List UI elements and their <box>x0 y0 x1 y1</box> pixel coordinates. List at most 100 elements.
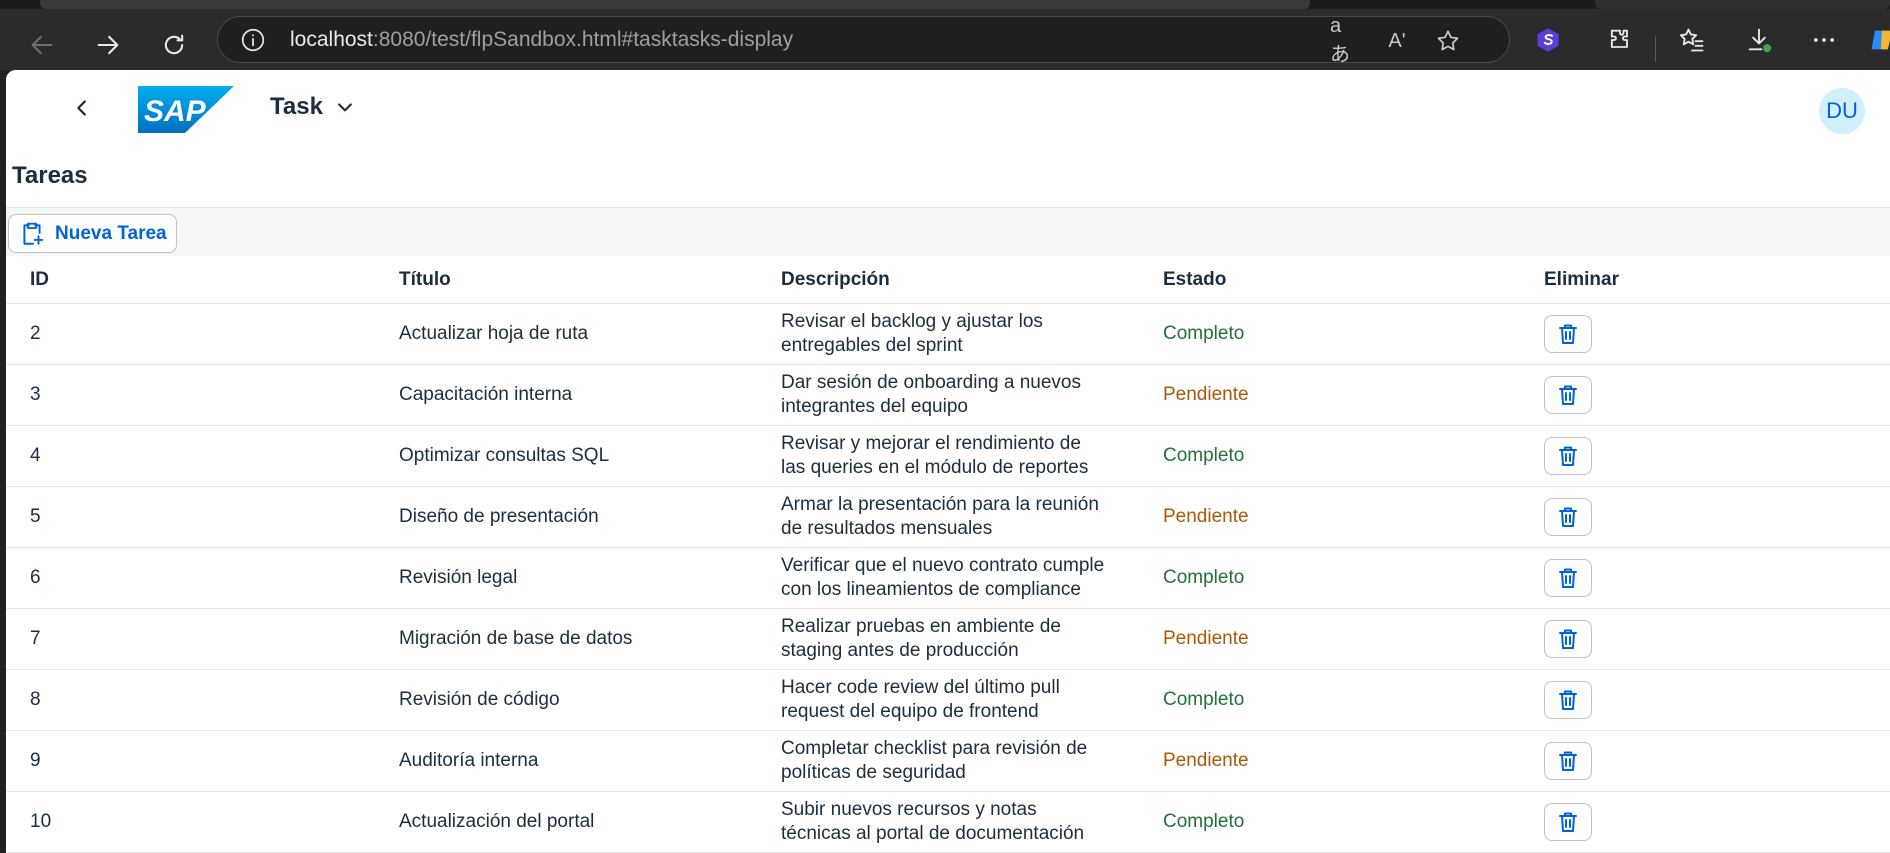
svg-text:SAP: SAP <box>144 95 207 128</box>
read-aloud-icon[interactable]: Aʹ <box>1383 27 1411 55</box>
cell-description: Hacer code review del último pull request… <box>781 670 1151 730</box>
description-line: Revisar el backlog y ajustar los <box>781 311 1043 332</box>
app-title-menu[interactable]: Task <box>270 93 355 121</box>
status-text: Pendiente <box>1163 750 1249 771</box>
header-title: Título <box>399 268 451 290</box>
favorites-list-icon[interactable] <box>1675 23 1709 57</box>
shell-back-button[interactable] <box>64 90 100 126</box>
cell-title: Revisión legal <box>399 567 518 588</box>
cell-id: 9 <box>30 750 41 771</box>
toolbar-separator <box>1655 36 1656 62</box>
extensions-puzzle-icon[interactable] <box>1603 23 1637 57</box>
table-row[interactable]: 5 Diseño de presentación Armar la presen… <box>6 487 1890 548</box>
site-info-icon[interactable] <box>240 27 266 53</box>
back-arrow-icon[interactable] <box>20 23 64 67</box>
cell-title: Revisión de código <box>399 689 560 710</box>
cell-id: 3 <box>30 384 41 405</box>
cell-delete <box>1544 304 1744 364</box>
description-line: Realizar pruebas en ambiente de <box>781 616 1061 637</box>
delete-button[interactable] <box>1544 437 1592 475</box>
description-line: técnicas al portal de documentación <box>781 823 1085 844</box>
delete-button[interactable] <box>1544 742 1592 780</box>
delete-button[interactable] <box>1544 681 1592 719</box>
cell-delete <box>1544 365 1744 425</box>
forward-arrow-icon[interactable] <box>86 23 130 67</box>
description-line: políticas de seguridad <box>781 762 966 783</box>
status-text: Pendiente <box>1163 628 1249 649</box>
description-line: Hacer code review del último pull <box>781 677 1060 698</box>
browser-tab[interactable] <box>40 0 1310 9</box>
header-status: Estado <box>1163 268 1227 290</box>
table-row[interactable]: 6 Revisión legal Verificar que el nuevo … <box>6 548 1890 609</box>
delete-button[interactable] <box>1544 803 1592 841</box>
app-title: Task <box>270 93 323 120</box>
status-text: Completo <box>1163 811 1245 832</box>
table-row[interactable]: 2 Actualizar hoja de ruta Revisar el bac… <box>6 304 1890 365</box>
favorite-star-icon[interactable] <box>1434 27 1462 55</box>
trash-icon <box>1559 385 1577 405</box>
tasks-table: ID Título Descripción Estado Eliminar 2 … <box>6 256 1890 853</box>
cell-delete <box>1544 548 1744 608</box>
shell-bar: SAP Task DU <box>6 70 1890 146</box>
delete-button[interactable] <box>1544 620 1592 658</box>
browser-toolbar: localhost:8080/test/flpSandbox.html#task… <box>0 9 1890 70</box>
table-row[interactable]: 4 Optimizar consultas SQL Revisar y mejo… <box>6 426 1890 487</box>
add-clipboard-icon <box>23 222 44 245</box>
cell-title: Migración de base de datos <box>399 628 633 649</box>
sap-logo[interactable]: SAP <box>138 86 234 133</box>
cell-title: Capacitación interna <box>399 384 573 405</box>
status-text: Completo <box>1163 689 1245 710</box>
table-row[interactable]: 10 Actualización del portal Subir nuevos… <box>6 792 1890 853</box>
cell-id: 8 <box>30 689 41 710</box>
delete-button[interactable] <box>1544 498 1592 536</box>
cell-description: Revisar el backlog y ajustar los entregab… <box>781 304 1151 364</box>
delete-button[interactable] <box>1544 559 1592 597</box>
cell-delete <box>1544 487 1744 547</box>
description-line: staging antes de producción <box>781 640 1019 661</box>
address-bar[interactable]: localhost:8080/test/flpSandbox.html#task… <box>217 15 1510 66</box>
cell-id: 6 <box>30 567 41 588</box>
chevron-down-icon <box>338 103 352 112</box>
cell-title: Actualización del portal <box>399 811 595 832</box>
copilot-icon[interactable] <box>1865 23 1890 57</box>
cell-description: Subir nuevos recursos y notas técnicas al… <box>781 792 1151 852</box>
new-task-button[interactable]: Nueva Tarea <box>8 214 177 253</box>
trash-icon <box>1559 324 1577 344</box>
description-line: las queries en el módulo de reportes <box>781 457 1089 478</box>
description-line: integrantes del equipo <box>781 396 968 417</box>
header-id: ID <box>30 268 49 290</box>
trash-icon <box>1559 629 1577 649</box>
cell-id: 4 <box>30 445 41 466</box>
description-line: con los lineamientos de compliance <box>781 579 1081 600</box>
table-row[interactable]: 7 Migración de base de datos Realizar pr… <box>6 609 1890 670</box>
status-text: Pendiente <box>1163 506 1249 527</box>
header-delete: Eliminar <box>1544 268 1619 290</box>
cell-description: Armar la presentación para la reunión de … <box>781 487 1151 547</box>
description-line: entregables del sprint <box>781 335 963 356</box>
description-line: Completar checklist para revisión de <box>781 738 1088 759</box>
cell-id: 10 <box>30 811 52 832</box>
downloads-icon[interactable] <box>1742 23 1776 57</box>
table-row[interactable]: 9 Auditoría interna Completar checklist … <box>6 731 1890 792</box>
cell-description: Realizar pruebas en ambiente de staging a… <box>781 609 1151 669</box>
url-text[interactable]: localhost:8080/test/flpSandbox.html#task… <box>290 28 793 52</box>
description-line: Verificar que el nuevo contrato cumple <box>781 555 1105 576</box>
avatar[interactable]: DU <box>1819 88 1865 134</box>
cell-id: 7 <box>30 628 41 649</box>
delete-button[interactable] <box>1544 315 1592 353</box>
cell-title: Auditoría interna <box>399 750 539 771</box>
refresh-icon[interactable] <box>152 23 196 67</box>
trash-icon <box>1559 751 1577 771</box>
cell-title: Diseño de presentación <box>399 506 599 527</box>
delete-button[interactable] <box>1544 376 1592 414</box>
cell-id: 2 <box>30 323 41 344</box>
trash-icon <box>1559 507 1577 527</box>
table-row[interactable]: 8 Revisión de código Hacer code review d… <box>6 670 1890 731</box>
translate-icon[interactable]: aあ <box>1330 15 1358 66</box>
extension-s-icon[interactable] <box>1531 23 1565 57</box>
browser-tab[interactable] <box>1595 0 1890 9</box>
cell-description: Dar sesión de onboarding a nuevos integra… <box>781 365 1151 425</box>
description-line: Dar sesión de onboarding a nuevos <box>781 372 1081 393</box>
table-row[interactable]: 3 Capacitación interna Dar sesión de onb… <box>6 365 1890 426</box>
more-options-icon[interactable] <box>1807 23 1841 57</box>
